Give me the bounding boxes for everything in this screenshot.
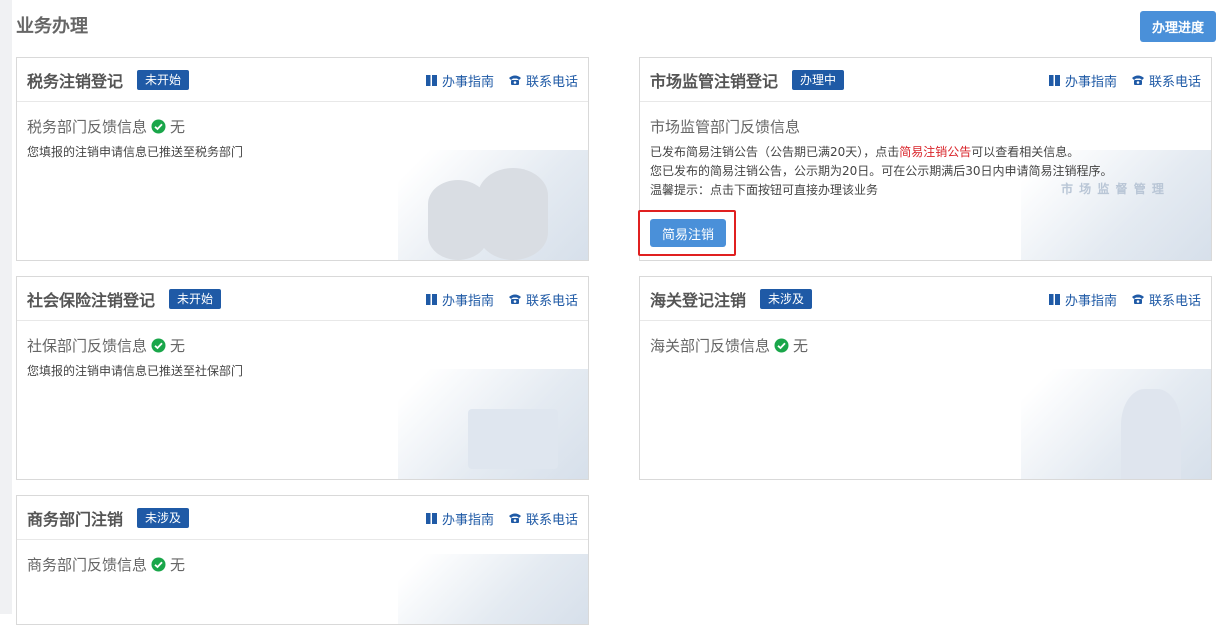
feedback-line: 商务部门反馈信息 无 bbox=[27, 554, 578, 575]
announcement-text: 已发布简易注销公告（公告期已满20天），点击 bbox=[650, 145, 900, 159]
phone-link[interactable]: 联系电话 bbox=[508, 509, 578, 528]
phone-icon bbox=[1131, 75, 1144, 85]
feedback-line: 市场监管部门反馈信息 bbox=[650, 116, 1201, 137]
status-badge: 未涉及 bbox=[137, 507, 190, 528]
feedback-label: 市场监管部门反馈信息 bbox=[650, 118, 801, 136]
customs-card-header: 海关登记注销 未涉及 办事指南 联系电话 bbox=[640, 277, 1211, 321]
feedback-value: 无 bbox=[170, 337, 186, 355]
book-icon bbox=[1048, 293, 1060, 305]
publicity-line: 您已发布的简易注销公告，公示期为20日。可在公示期满后30日内申请简易注销程序。 bbox=[650, 164, 1113, 178]
check-circle-icon bbox=[151, 119, 166, 134]
phone-link-label: 联系电话 bbox=[525, 74, 578, 90]
phone-link-label: 联系电话 bbox=[1148, 293, 1201, 309]
feedback-value: 无 bbox=[170, 556, 186, 574]
customs-officer-background-image bbox=[1021, 369, 1211, 479]
simple-cancel-highlight-box: 简易注销 bbox=[638, 210, 736, 256]
guide-link-label: 办事指南 bbox=[1064, 74, 1117, 90]
announcement-text-end: 可以查看相关信息。 bbox=[971, 145, 1080, 159]
check-circle-icon bbox=[151, 557, 166, 572]
guide-link-label: 办事指南 bbox=[441, 293, 494, 309]
customs-card: 海关登记注销 未涉及 办事指南 联系电话 海关部门反馈信息 无 bbox=[639, 276, 1212, 480]
header-links: 办事指南 联系电话 bbox=[425, 496, 578, 540]
social-card-header: 社会保险注销登记 未开始 办事指南 联系电话 bbox=[17, 277, 588, 321]
guide-link-label: 办事指南 bbox=[1064, 293, 1117, 309]
guide-link[interactable]: 办事指南 bbox=[425, 71, 494, 90]
simple-cancel-button[interactable]: 简易注销 bbox=[650, 219, 726, 247]
tax-card-header: 税务注销登记 未开始 办事指南 联系电话 bbox=[17, 58, 588, 102]
feedback-line: 社保部门反馈信息 无 bbox=[27, 335, 578, 356]
book-icon bbox=[425, 512, 437, 524]
header-links: 办事指南 联系电话 bbox=[425, 58, 578, 102]
guide-link-label: 办事指南 bbox=[441, 74, 494, 90]
progress-button[interactable]: 办理进度 bbox=[1140, 11, 1216, 42]
tax-card-body: 税务部门反馈信息 无 您填报的注销申请信息已推送至税务部门 bbox=[17, 102, 588, 162]
phone-link[interactable]: 联系电话 bbox=[508, 71, 578, 90]
card-title: 社会保险注销登记 bbox=[27, 290, 156, 310]
feedback-message: 您填报的注销申请信息已推送至社保部门 bbox=[27, 364, 244, 378]
social-card: 社会保险注销登记 未开始 办事指南 联系电话 社保部门反馈信息 无 您填报的注销… bbox=[16, 276, 589, 480]
phone-link-label: 联系电话 bbox=[1148, 74, 1201, 90]
book-icon bbox=[425, 74, 437, 86]
social-card-body: 社保部门反馈信息 无 您填报的注销申请信息已推送至社保部门 bbox=[17, 321, 588, 381]
status-badge: 办理中 bbox=[792, 69, 845, 90]
card-title: 市场监管注销登记 bbox=[650, 71, 779, 91]
feedback-message: 您填报的注销申请信息已推送至税务部门 bbox=[27, 145, 244, 159]
commerce-card-body: 商务部门反馈信息 无 bbox=[17, 540, 588, 575]
feedback-value: 无 bbox=[170, 118, 186, 136]
announcement-line: 已发布简易注销公告（公告期已满20天），点击简易注销公告可以查看相关信息。 bbox=[650, 143, 1201, 162]
commerce-card-header: 商务部门注销 未涉及 办事指南 联系电话 bbox=[17, 496, 588, 540]
header-links: 办事指南 联系电话 bbox=[1048, 277, 1201, 321]
social-card-background-image bbox=[398, 369, 588, 479]
feedback-label: 商务部门反馈信息 bbox=[27, 556, 148, 574]
market-card-header: 市场监管注销登记 办理中 办事指南 联系电话 bbox=[640, 58, 1211, 102]
phone-link[interactable]: 联系电话 bbox=[1131, 71, 1201, 90]
phone-icon bbox=[1131, 294, 1144, 304]
check-circle-icon bbox=[151, 338, 166, 353]
announcement-link[interactable]: 简易注销公告 bbox=[899, 145, 971, 159]
phone-icon bbox=[508, 75, 521, 85]
phone-icon bbox=[508, 513, 521, 523]
market-card-body: 市场监管部门反馈信息 已发布简易注销公告（公告期已满20天），点击简易注销公告可… bbox=[640, 102, 1211, 200]
customs-card-body: 海关部门反馈信息 无 bbox=[640, 321, 1211, 356]
status-badge: 未开始 bbox=[137, 69, 190, 90]
guide-link[interactable]: 办事指南 bbox=[425, 290, 494, 309]
phone-link[interactable]: 联系电话 bbox=[1131, 290, 1201, 309]
header-links: 办事指南 联系电话 bbox=[425, 277, 578, 321]
feedback-line: 税务部门反馈信息 无 bbox=[27, 116, 578, 137]
phone-icon bbox=[508, 294, 521, 304]
header-links: 办事指南 联系电话 bbox=[1048, 58, 1201, 102]
guide-link[interactable]: 办事指南 bbox=[425, 509, 494, 528]
left-sidebar-strip bbox=[0, 0, 12, 614]
card-title: 海关登记注销 bbox=[650, 290, 747, 310]
tax-card: 税务注销登记 未开始 办事指南 联系电话 税务部门反馈信息 无 您填报的注销申请… bbox=[16, 57, 589, 261]
phone-link-label: 联系电话 bbox=[525, 512, 578, 528]
feedback-value: 无 bbox=[793, 337, 809, 355]
page-title: 业务办理 bbox=[16, 16, 88, 37]
feedback-label: 社保部门反馈信息 bbox=[27, 337, 148, 355]
feedback-line: 海关部门反馈信息 无 bbox=[650, 335, 1201, 356]
book-icon bbox=[425, 293, 437, 305]
feedback-label: 税务部门反馈信息 bbox=[27, 118, 148, 136]
tip-line: 温馨提示：点击下面按钮可直接办理该业务 bbox=[650, 183, 879, 197]
guide-link[interactable]: 办事指南 bbox=[1048, 290, 1117, 309]
status-badge: 未涉及 bbox=[760, 288, 813, 309]
phone-link[interactable]: 联系电话 bbox=[508, 290, 578, 309]
guide-link-label: 办事指南 bbox=[441, 512, 494, 528]
status-badge: 未开始 bbox=[169, 288, 222, 309]
card-title: 税务注销登记 bbox=[27, 71, 124, 91]
feedback-label: 海关部门反馈信息 bbox=[650, 337, 771, 355]
card-title: 商务部门注销 bbox=[27, 509, 124, 529]
book-icon bbox=[1048, 74, 1060, 86]
coins-background-image bbox=[398, 150, 588, 260]
check-circle-icon bbox=[774, 338, 789, 353]
commerce-card: 商务部门注销 未涉及 办事指南 联系电话 商务部门反馈信息 无 bbox=[16, 495, 589, 625]
guide-link[interactable]: 办事指南 bbox=[1048, 71, 1117, 90]
phone-link-label: 联系电话 bbox=[525, 293, 578, 309]
